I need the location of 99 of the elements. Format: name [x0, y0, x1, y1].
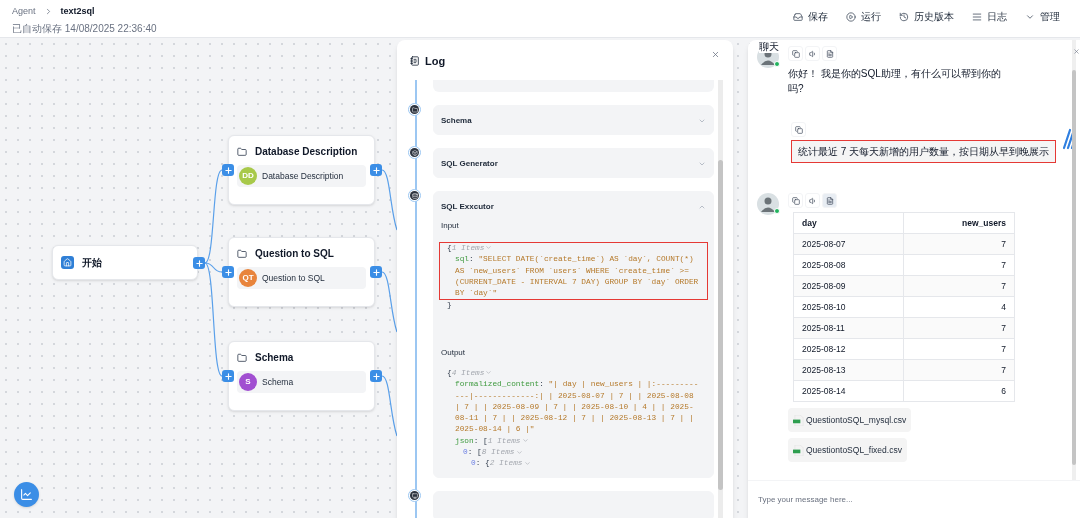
tool-badge: QT [239, 269, 257, 287]
autosave-text: 已自动保存 14/08/2025 22:36:40 [12, 21, 157, 36]
folder-icon [237, 352, 247, 363]
connector-line [381, 271, 397, 333]
add-node-button[interactable] [193, 257, 205, 269]
home-icon [61, 256, 74, 269]
file-attachment[interactable]: QuestiontoSQL_mysql.csv [788, 408, 912, 432]
document-icon [825, 49, 834, 58]
node-title: Database Description [255, 145, 358, 159]
workflow-node[interactable]: Schema S Schema [228, 341, 375, 411]
play-icon [846, 11, 856, 22]
workflow-node[interactable]: Database Description DD Database Description [228, 135, 375, 205]
toolbar-button[interactable]: 管理 [1025, 9, 1060, 24]
log-icon [410, 56, 420, 66]
step-title: Schema [441, 115, 472, 127]
table-cell: 7 [903, 359, 1015, 381]
tool-name: Schema [262, 375, 294, 389]
tray-icon [793, 11, 803, 22]
node-title: Question to SQL [255, 247, 334, 261]
table-cell: 2025-08-07 [793, 233, 904, 255]
message-action-button[interactable] [805, 193, 820, 208]
message-input[interactable]: Type your message here... [758, 494, 1070, 506]
section-label: Output [440, 347, 466, 359]
scrollbar-thumb[interactable] [1072, 70, 1076, 465]
table-cell: 2025-08-09 [793, 275, 904, 297]
chart-icon [20, 488, 33, 501]
table-cell: 2025-08-12 [793, 338, 904, 360]
panel-title: 聊天 [759, 41, 779, 53]
csv-file-icon [793, 444, 804, 456]
add-node-button[interactable] [370, 370, 382, 382]
section-label: Input [440, 220, 460, 232]
tool-badge: DD [239, 167, 257, 185]
table-cell: 7 [903, 338, 1015, 360]
avatar-icon [757, 193, 779, 215]
file-attachment[interactable]: QuestiontoSQL_fixed.csv [788, 438, 907, 462]
message-action-button[interactable] [791, 122, 806, 137]
table-cell: 7 [903, 233, 1015, 255]
csv-file-icon [793, 414, 804, 426]
workflow-node[interactable]: Question to SQL QT Question to SQL [228, 237, 375, 307]
tool-name: Database Description [262, 169, 344, 183]
table-cell: 2025-08-13 [793, 359, 904, 381]
step-title: SQL Generator [441, 158, 498, 170]
toolbar-button[interactable]: 运行 [846, 9, 881, 24]
table-header: new_users [903, 212, 1015, 234]
step-card[interactable]: Schema [433, 105, 714, 135]
table-cell: 7 [903, 254, 1015, 276]
chart-button[interactable] [14, 482, 39, 507]
breadcrumb-item[interactable]: Agent [12, 5, 36, 19]
add-node-button[interactable] [222, 266, 234, 278]
step-card[interactable]: SQL Generator [433, 148, 714, 178]
table-header: day [793, 212, 904, 234]
toolbar-button[interactable]: 保存 [793, 9, 828, 24]
chevron-up-icon [698, 203, 706, 211]
copy-icon [794, 125, 803, 134]
copy-icon [791, 196, 800, 205]
message-action-button[interactable] [788, 193, 803, 208]
chevron-down-icon [698, 160, 706, 168]
connector-line [381, 169, 397, 231]
history-icon [899, 11, 909, 22]
close-button[interactable] [711, 50, 720, 59]
close-button[interactable] [1073, 48, 1080, 55]
table-cell: 7 [903, 275, 1015, 297]
step-title: SQL Exxcutor [441, 201, 494, 213]
bot-message: 你好！ 我是你的SQL助理，有什么可以帮到你的吗? [788, 67, 1002, 96]
start-node[interactable]: 开始 [52, 245, 198, 280]
chevron-down-icon [698, 117, 706, 125]
tool-badge: S [239, 373, 257, 391]
table-cell: 2025-08-11 [793, 317, 904, 339]
add-node-button[interactable] [222, 164, 234, 176]
speaker-icon [808, 49, 817, 58]
message-action-button[interactable] [788, 46, 803, 61]
panel-title: Log [425, 53, 446, 69]
add-node-button[interactable] [222, 370, 234, 382]
tool-name: Question to SQL [262, 271, 325, 285]
folder-icon [237, 146, 247, 157]
table-cell: 2025-08-14 [793, 380, 904, 402]
node-title: Schema [255, 351, 294, 365]
message-action-button[interactable] [822, 46, 837, 61]
message-action-button[interactable] [805, 46, 820, 61]
breadcrumb-item: text2sql [60, 5, 95, 18]
table-cell: 4 [903, 296, 1015, 318]
table-cell: 6 [903, 380, 1015, 402]
list-icon [972, 11, 982, 22]
scrollbar-thumb[interactable] [718, 160, 723, 490]
toolbar-button[interactable]: 历史版本 [899, 9, 954, 24]
add-node-button[interactable] [370, 164, 382, 176]
folder-icon [237, 248, 247, 259]
table-cell: 2025-08-10 [793, 296, 904, 318]
speaker-icon [808, 196, 817, 205]
toolbar-button[interactable]: 日志 [972, 9, 1007, 24]
user-message: 统计最近 7 天每天新增的用户数量，按日期从早到晚展示 [791, 140, 1057, 163]
table-cell: 2025-08-08 [793, 254, 904, 276]
add-node-button[interactable] [370, 266, 382, 278]
message-action-button[interactable] [822, 193, 837, 208]
table-cell: 7 [903, 317, 1015, 339]
connector-line [381, 375, 397, 437]
copy-icon [791, 49, 800, 58]
document-icon [825, 196, 834, 205]
node-title: 开始 [82, 256, 102, 270]
